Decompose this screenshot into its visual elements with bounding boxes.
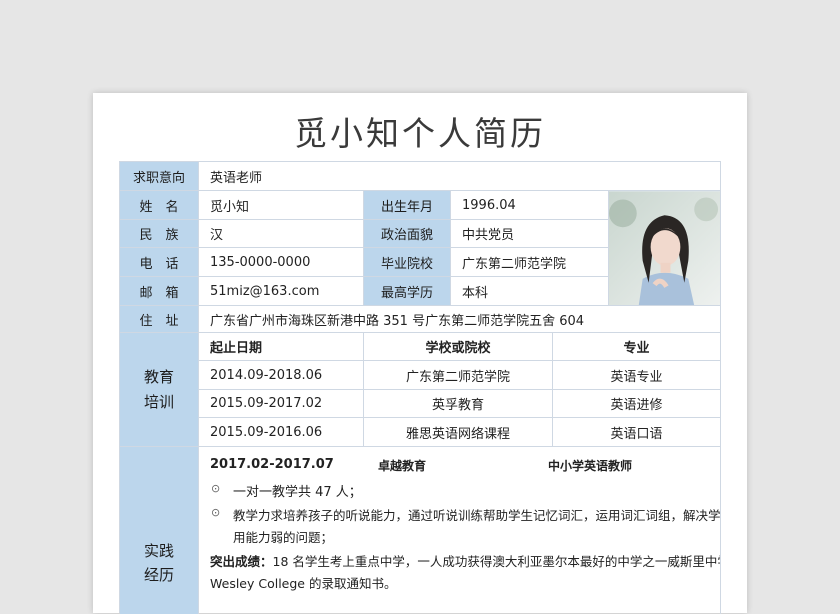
achievement-text-cont: Wesley College 的录取通知书。	[210, 576, 397, 591]
resume-title: 觅小知个人简历	[294, 114, 546, 153]
circle-dot-icon: ⊙	[211, 482, 221, 495]
name-label: 姓 名	[120, 191, 199, 220]
ethnicity-value: 汉	[199, 220, 364, 248]
practice-label-line2: 经历	[143, 566, 174, 584]
phone-value: 135-0000-0000	[199, 248, 364, 277]
edu-row2-major: 英语进修	[553, 390, 721, 418]
practice-period: 2017.02-2017.07	[210, 457, 334, 472]
practice-item-2-cont: 用能力弱的问题；	[233, 530, 334, 545]
degree-label: 最高学历	[364, 277, 451, 306]
edu-header-dates: 起止日期	[199, 333, 364, 361]
birth-value: 1996.04	[451, 191, 609, 220]
edu-row1-major: 英语专业	[553, 361, 721, 390]
school-value: 广东第二师范学院	[451, 248, 609, 277]
resume-page: 觅小知个人简历 求职意向 英语老师 姓 名 觅小知 出生年月 1996.04 民…	[93, 93, 747, 614]
job-intention-value: 英语老师	[199, 162, 721, 191]
edu-row3-dates: 2015.09-2016.06	[199, 418, 364, 447]
school-label: 毕业院校	[364, 248, 451, 277]
degree-value: 本科	[451, 277, 609, 306]
practice-label-line1: 实践	[143, 542, 174, 560]
edu-row2-dates: 2015.09-2017.02	[199, 390, 364, 418]
education-label-line2: 培训	[143, 392, 174, 411]
profile-photo	[609, 191, 721, 306]
practice-item-1: 一对一教学共 47 人；	[233, 485, 362, 500]
ethnicity-label: 民 族	[120, 220, 199, 248]
edu-row2-school: 英孚教育	[364, 390, 553, 418]
practice-label: 实践 经历	[120, 447, 199, 614]
birth-label: 出生年月	[364, 191, 451, 220]
address-label: 住 址	[120, 306, 199, 333]
edu-header-major: 专业	[553, 333, 721, 361]
edu-row3-major: 英语口语	[553, 418, 721, 447]
practice-org: 卓越教育	[378, 459, 427, 473]
practice-item-2: 教学力求培养孩子的听说能力，通过听说训练帮助学生记忆词汇，运用词汇词组，解决学生…	[233, 508, 721, 523]
edu-row1-school: 广东第二师范学院	[364, 361, 553, 390]
circle-dot-icon: ⊙	[211, 506, 221, 519]
edu-header-school: 学校或院校	[364, 333, 553, 361]
avatar-portrait-icon	[609, 191, 720, 305]
email-value: 51miz@163.com	[199, 277, 364, 306]
political-value: 中共党员	[451, 220, 609, 248]
email-label: 邮 箱	[120, 277, 199, 306]
edu-row1-dates: 2014.09-2018.06	[199, 361, 364, 390]
education-label-line1: 教育	[143, 367, 174, 386]
political-label: 政治面貌	[364, 220, 451, 248]
practice-position: 中小学英语教师	[548, 459, 633, 473]
name-value: 觅小知	[199, 191, 364, 220]
address-value: 广东省广州市海珠区新港中路 351 号广东第二师范学院五舍 604	[199, 306, 721, 333]
achievement-line: 突出成绩：18 名学生考上重点中学，一人成功获得澳大利亚墨尔本最好的中学之一威斯…	[210, 551, 721, 570]
job-intention-label: 求职意向	[120, 162, 199, 191]
achievement-text: 18 名学生考上重点中学，一人成功获得澳大利亚墨尔本最好的中学之一威斯里中学	[272, 554, 721, 569]
resume-table: 求职意向 英语老师 姓 名 觅小知 出生年月 1996.04 民 族 汉 政治面…	[119, 161, 721, 614]
phone-label: 电 话	[120, 248, 199, 277]
education-label: 教育 培训	[120, 333, 199, 447]
practice-content: 2017.02-2017.07 卓越教育 中小学英语教师 ⊙ 一对一教学共 47…	[199, 447, 721, 614]
edu-row3-school: 雅思英语网络课程	[364, 418, 553, 447]
achievement-label: 突出成绩：	[210, 554, 273, 569]
